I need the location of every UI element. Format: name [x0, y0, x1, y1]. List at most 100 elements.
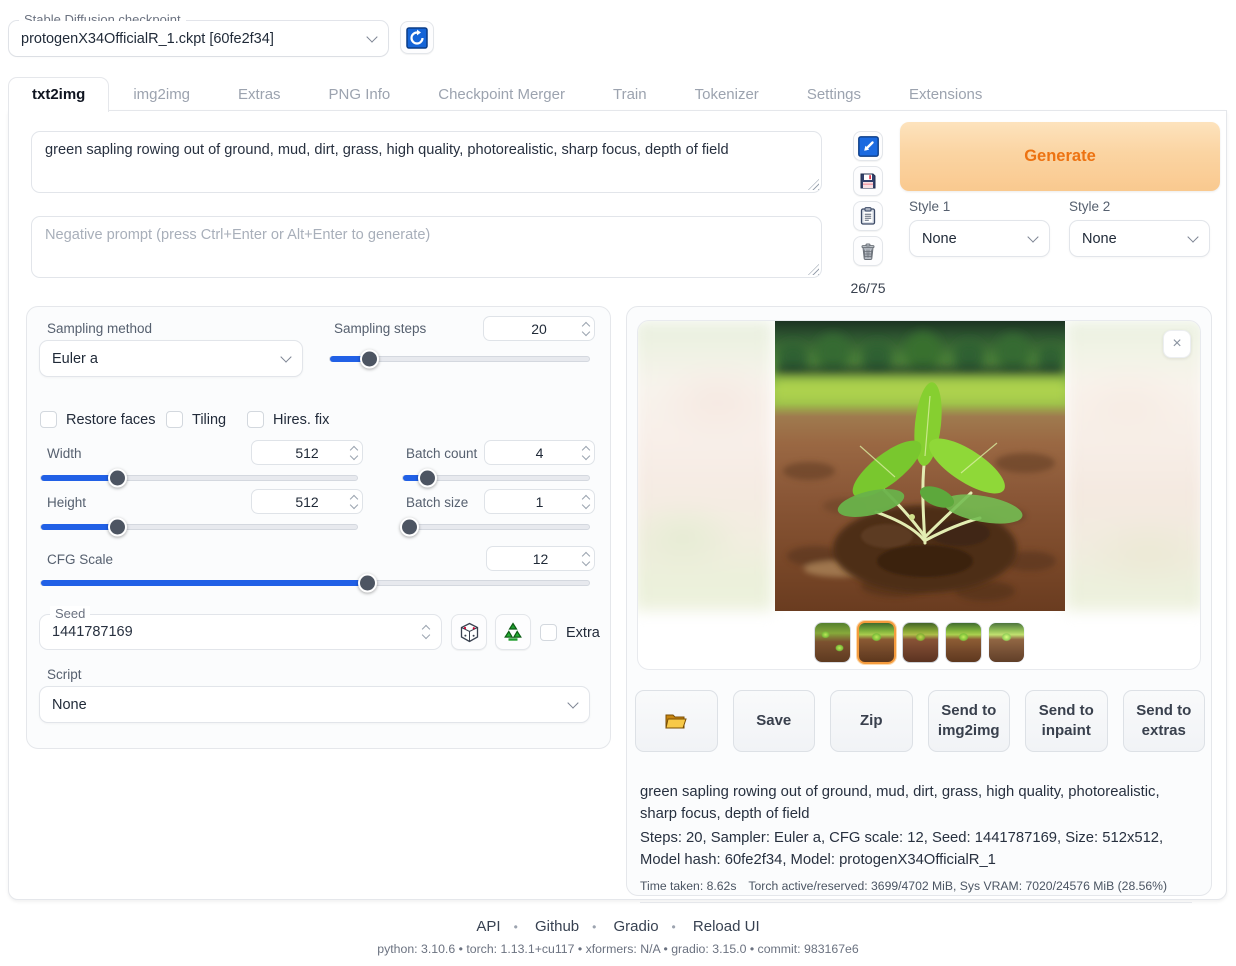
script-dropdown[interactable]: None	[39, 686, 590, 723]
slider-handle[interactable]	[108, 469, 127, 488]
spinner-arrows-icon[interactable]	[583, 547, 589, 570]
height-slider[interactable]	[40, 524, 358, 530]
slider-handle[interactable]	[108, 518, 127, 537]
slider-handle[interactable]	[418, 469, 437, 488]
width-slider[interactable]	[40, 475, 358, 481]
send-to-inpaint-button[interactable]: Send to inpaint	[1025, 690, 1108, 752]
style1-dropdown[interactable]: None	[909, 220, 1050, 257]
spinner-arrows-icon[interactable]	[351, 441, 357, 464]
save-button[interactable]: Save	[733, 690, 816, 752]
extra-seed-checkbox[interactable]	[540, 624, 557, 641]
seed-value: 1441787169	[52, 624, 423, 640]
tab-png-info[interactable]: PNG Info	[305, 77, 415, 111]
script-label: Script	[47, 667, 82, 682]
thumbnail-3[interactable]	[902, 622, 939, 663]
random-seed-button[interactable]	[451, 614, 487, 650]
restore-faces-checkbox[interactable]	[40, 411, 57, 428]
slider-handle[interactable]	[400, 518, 419, 537]
separator-dot: •	[672, 920, 676, 934]
batch-count-input[interactable]: 4	[484, 440, 595, 465]
random-seed-dice-icon	[459, 622, 480, 643]
tab-checkpoint-merger[interactable]: Checkpoint Merger	[414, 77, 589, 111]
tab-settings[interactable]: Settings	[783, 77, 885, 111]
batch-count-slider[interactable]	[402, 475, 590, 481]
cfg-scale-slider[interactable]	[40, 580, 590, 586]
apply-style-button[interactable]	[853, 201, 883, 231]
zip-button[interactable]: Zip	[830, 690, 913, 752]
info-performance-text: Time taken: 8.62sTorch active/reserved: …	[640, 879, 1192, 893]
height-input[interactable]: 512	[251, 489, 363, 514]
cfg-scale-input[interactable]: 12	[486, 546, 595, 571]
spinner-arrows-icon[interactable]	[583, 317, 589, 340]
sampling-steps-slider[interactable]	[329, 356, 590, 362]
read-params-button[interactable]	[853, 131, 883, 161]
read-params-arrow-icon	[858, 136, 879, 157]
gradio-link[interactable]: Gradio	[614, 918, 659, 935]
width-input[interactable]: 512	[251, 440, 363, 465]
batch-count-label: Batch count	[406, 446, 477, 461]
refresh-icon	[406, 27, 428, 49]
output-actions: Save Zip Send to img2img Send to inpaint…	[635, 690, 1205, 752]
generation-settings-panel: Sampling method Euler a Sampling steps 2…	[26, 306, 611, 749]
hires-fix-label: Hires. fix	[273, 412, 329, 428]
tiling-label: Tiling	[192, 412, 226, 428]
send-to-extras-button[interactable]: Send to extras	[1123, 690, 1206, 752]
seed-input[interactable]: 1441787169	[40, 615, 441, 649]
result-gallery: ×	[637, 320, 1201, 670]
close-gallery-button[interactable]: ×	[1163, 330, 1191, 358]
tab-extensions[interactable]: Extensions	[885, 77, 1006, 111]
prompt-input[interactable]: green sapling rowing out of ground, mud,…	[32, 132, 821, 192]
sampling-method-label: Sampling method	[47, 321, 152, 336]
clear-prompt-button[interactable]	[853, 236, 883, 266]
spinner-arrows-icon[interactable]	[583, 490, 589, 513]
style1-label: Style 1	[909, 199, 1050, 214]
batch-size-input[interactable]: 1	[484, 489, 595, 514]
reload-ui-link[interactable]: Reload UI	[693, 918, 760, 935]
style2-dropdown[interactable]: None	[1069, 220, 1210, 257]
tab-txt2img[interactable]: txt2img	[8, 77, 109, 112]
thumbnail-4[interactable]	[945, 622, 982, 663]
footer: API• Github• Gradio• Reload UI python: 3…	[0, 918, 1236, 956]
checkpoint-dropdown[interactable]: protogenX34OfficialR_1.ckpt [60fe2f34]	[9, 21, 388, 56]
checkpoint-value: protogenX34OfficialR_1.ckpt [60fe2f34]	[21, 31, 274, 47]
extra-seed-option: Extra	[540, 624, 600, 641]
token-counter: 26/75	[850, 280, 885, 296]
slider-handle[interactable]	[358, 574, 377, 593]
tiling-checkbox[interactable]	[166, 411, 183, 428]
thumbnail-1[interactable]	[814, 622, 851, 663]
github-link[interactable]: Github	[535, 918, 579, 935]
batch-size-slider[interactable]	[402, 524, 590, 530]
open-folder-button[interactable]	[635, 690, 718, 752]
script-value: None	[52, 697, 87, 713]
generated-image[interactable]	[775, 321, 1065, 611]
tiling-option: Tiling	[166, 411, 226, 428]
width-value: 512	[295, 445, 318, 461]
chevron-down-icon	[366, 31, 377, 42]
spinner-arrows-icon[interactable]	[351, 490, 357, 513]
generate-button[interactable]: Generate	[900, 122, 1220, 191]
style2-value: None	[1082, 231, 1117, 247]
width-label: Width	[47, 446, 82, 461]
tab-train[interactable]: Train	[589, 77, 671, 111]
sampling-steps-input[interactable]: 20	[483, 316, 595, 341]
slider-handle[interactable]	[360, 350, 379, 369]
api-link[interactable]: API	[476, 918, 500, 935]
seed-group: Seed 1441787169	[39, 614, 442, 650]
tab-img2img[interactable]: img2img	[109, 77, 214, 111]
tab-tokenizer[interactable]: Tokenizer	[671, 77, 783, 111]
reuse-seed-button[interactable]	[495, 614, 531, 650]
save-style-button[interactable]	[853, 166, 883, 196]
separator-dot: •	[592, 920, 596, 934]
thumbnail-5[interactable]	[988, 622, 1025, 663]
thumbnail-2-selected[interactable]	[857, 621, 896, 664]
sampling-method-dropdown[interactable]: Euler a	[39, 340, 303, 377]
negative-prompt-input[interactable]	[32, 217, 821, 277]
spinner-arrows-icon[interactable]	[423, 626, 429, 638]
send-to-img2img-button[interactable]: Send to img2img	[928, 690, 1011, 752]
info-params-text: Steps: 20, Sampler: Euler a, CFG scale: …	[640, 828, 1192, 872]
spinner-arrows-icon[interactable]	[583, 441, 589, 464]
refresh-checkpoint-button[interactable]	[400, 21, 434, 54]
tab-extras[interactable]: Extras	[214, 77, 305, 111]
hires-fix-checkbox[interactable]	[247, 411, 264, 428]
batch-count-value: 4	[536, 445, 544, 461]
